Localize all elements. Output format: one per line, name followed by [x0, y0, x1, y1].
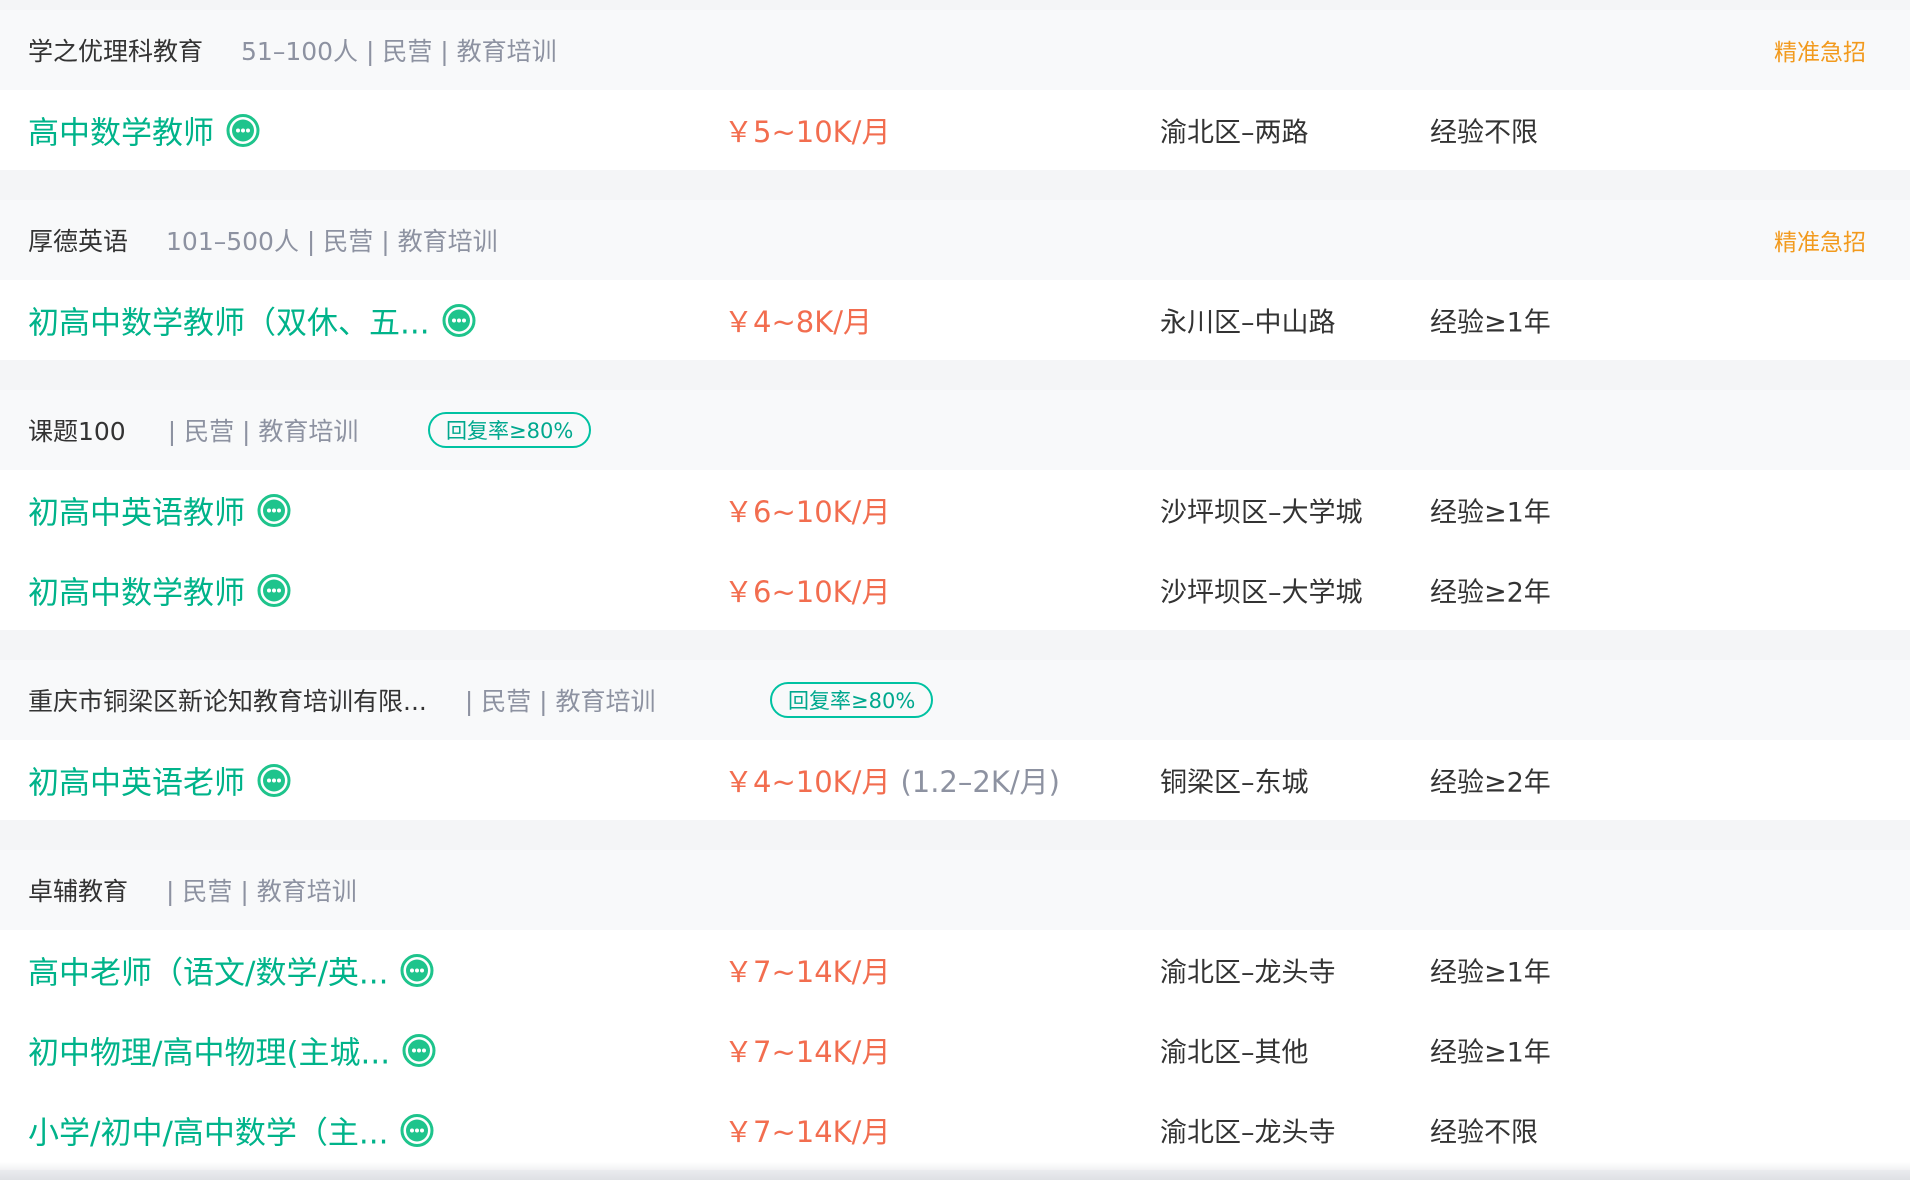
job-title-wrap: 初高中英语老师	[28, 758, 291, 803]
salary-range: ￥7~14K/月	[724, 1035, 891, 1069]
job-location: 沙坪坝区–大学城	[1160, 497, 1363, 529]
company-name[interactable]: 卓辅教育	[28, 872, 128, 908]
company-block: 卓辅教育 | 民营 | 教育培训 高中老师（语文/数学/英... ￥7~14K/…	[0, 850, 1910, 1170]
company-meta: | 民营 | 教育培训	[167, 417, 359, 446]
job-location: 沙坪坝区–大学城	[1160, 577, 1363, 609]
job-location: 永川区–中山路	[1160, 307, 1336, 339]
salary: ￥7~14K/月	[724, 1109, 900, 1151]
reply-rate-badge: 回复率≥80%	[770, 682, 934, 718]
job-list-section: 高中老师（语文/数学/英... ￥7~14K/月 渝北区–龙头寺 经验≥1年 初…	[0, 930, 1910, 1170]
salary: ￥5~10K/月	[724, 109, 900, 151]
job-row[interactable]: 高中老师（语文/数学/英... ￥7~14K/月 渝北区–龙头寺 经验≥1年	[0, 930, 1910, 1010]
job-experience: 经验≥1年	[1430, 307, 1551, 339]
salary-range: ￥4~10K/月	[724, 765, 891, 799]
job-title[interactable]: 初高中英语老师	[28, 758, 245, 803]
job-experience: 经验≥2年	[1430, 577, 1551, 609]
job-experience: 经验≥1年	[1430, 497, 1551, 529]
reply-rate-badge: 回复率≥80%	[428, 412, 592, 448]
company-block: 重庆市铜梁区新论知教育培训有限... | 民营 | 教育培训 回复率≥80% 初…	[0, 660, 1910, 820]
company-header: 厚德英语 101–500人 | 民营 | 教育培训 精准急招	[0, 200, 1910, 280]
urgent-hiring-tag: 精准急招	[1774, 230, 1866, 256]
company-block: 学之优理科教育 51–100人 | 民营 | 教育培训 精准急招 高中数学教师 …	[0, 10, 1910, 170]
bottom-fade	[0, 1162, 1910, 1180]
job-title[interactable]: 高中老师（语文/数学/英...	[28, 948, 388, 993]
salary-range: ￥7~14K/月	[724, 955, 891, 989]
urgent-hiring-tag: 精准急招	[1774, 40, 1866, 66]
salary-extra: (1.2–2K/月)	[900, 765, 1060, 799]
job-location: 铜梁区–东城	[1160, 767, 1309, 799]
salary: ￥6~10K/月	[724, 489, 900, 531]
company-block: 厚德英语 101–500人 | 民营 | 教育培训 精准急招 初高中数学教师（双…	[0, 200, 1910, 360]
job-row[interactable]: 小学/初中/高中数学（主... ￥7~14K/月 渝北区–龙头寺 经验不限	[0, 1090, 1910, 1170]
job-location: 渝北区–其他	[1160, 1037, 1309, 1069]
job-title-wrap: 高中老师（语文/数学/英...	[28, 948, 434, 993]
salary: ￥4~8K/月	[724, 299, 882, 341]
company-meta: 51–100人 | 民营 | 教育培训	[241, 37, 557, 66]
job-list-section: 初高中数学教师（双休、五... ￥4~8K/月 永川区–中山路 经验≥1年	[0, 280, 1910, 360]
company-block: 课题100 | 民营 | 教育培训 回复率≥80% 初高中英语教师 ￥6~10K…	[0, 390, 1910, 630]
salary: ￥7~14K/月	[724, 949, 900, 991]
salary-range: ￥5~10K/月	[724, 115, 891, 149]
job-row[interactable]: 初高中数学教师（双休、五... ￥4~8K/月 永川区–中山路 经验≥1年	[0, 280, 1910, 360]
salary: ￥7~14K/月	[724, 1029, 900, 1071]
job-location: 渝北区–两路	[1160, 117, 1309, 149]
job-title-wrap: 初高中数学教师（双休、五...	[28, 298, 476, 343]
job-title-wrap: 初高中数学教师	[28, 568, 291, 613]
company-name[interactable]: 厚德英语	[28, 222, 128, 258]
company-meta: | 民营 | 教育培训	[166, 877, 357, 906]
job-title[interactable]: 小学/初中/高中数学（主...	[28, 1108, 388, 1153]
chat-icon[interactable]	[402, 1033, 436, 1067]
job-row[interactable]: 初高中数学教师 ￥6~10K/月 沙坪坝区–大学城 经验≥2年	[0, 550, 1910, 630]
company-name[interactable]: 学之优理科教育	[28, 32, 203, 68]
job-row[interactable]: 高中数学教师 ￥5~10K/月 渝北区–两路 经验不限	[0, 90, 1910, 170]
job-row[interactable]: 初高中英语老师 ￥4~10K/月 (1.2–2K/月) 铜梁区–东城 经验≥2年	[0, 740, 1910, 820]
company-name[interactable]: 重庆市铜梁区新论知教育培训有限...	[28, 682, 427, 718]
company-name[interactable]: 课题100	[28, 412, 126, 448]
job-experience: 经验≥1年	[1430, 1037, 1551, 1069]
chat-icon[interactable]	[442, 303, 476, 337]
job-row[interactable]: 初高中英语教师 ￥6~10K/月 沙坪坝区–大学城 经验≥1年	[0, 470, 1910, 550]
salary-range: ￥7~14K/月	[724, 1115, 891, 1149]
company-header: 重庆市铜梁区新论知教育培训有限... | 民营 | 教育培训 回复率≥80%	[0, 660, 1910, 740]
company-meta: 101–500人 | 民营 | 教育培训	[166, 227, 498, 256]
top-gap	[0, 0, 1910, 10]
salary-range: ￥6~10K/月	[724, 495, 891, 529]
salary-range: ￥6~10K/月	[724, 575, 891, 609]
job-list-section: 高中数学教师 ￥5~10K/月 渝北区–两路 经验不限	[0, 90, 1910, 170]
job-list: 学之优理科教育 51–100人 | 民营 | 教育培训 精准急招 高中数学教师 …	[0, 0, 1910, 1170]
job-title[interactable]: 初高中数学教师（双休、五...	[28, 298, 430, 343]
job-row[interactable]: 初中物理/高中物理(主城... ￥7~14K/月 渝北区–其他 经验≥1年	[0, 1010, 1910, 1090]
company-header: 课题100 | 民营 | 教育培训 回复率≥80%	[0, 390, 1910, 470]
job-title-wrap: 初中物理/高中物理(主城...	[28, 1028, 436, 1073]
chat-icon[interactable]	[400, 953, 434, 987]
job-experience: 经验不限	[1430, 117, 1538, 149]
company-meta: | 民营 | 教育培训	[464, 687, 656, 716]
chat-icon[interactable]	[257, 573, 291, 607]
company-header: 学之优理科教育 51–100人 | 民营 | 教育培训 精准急招	[0, 10, 1910, 90]
job-title-wrap: 小学/初中/高中数学（主...	[28, 1108, 434, 1153]
job-title[interactable]: 初中物理/高中物理(主城...	[28, 1028, 390, 1073]
chat-icon[interactable]	[257, 493, 291, 527]
job-list-section: 初高中英语老师 ￥4~10K/月 (1.2–2K/月) 铜梁区–东城 经验≥2年	[0, 740, 1910, 820]
job-title-wrap: 初高中英语教师	[28, 488, 291, 533]
job-title[interactable]: 初高中英语教师	[28, 488, 245, 533]
job-experience: 经验不限	[1430, 1117, 1538, 1149]
salary: ￥6~10K/月	[724, 569, 900, 611]
job-title[interactable]: 高中数学教师	[28, 108, 214, 153]
salary: ￥4~10K/月 (1.2–2K/月)	[724, 759, 1060, 801]
job-location: 渝北区–龙头寺	[1160, 1117, 1336, 1149]
chat-icon[interactable]	[257, 763, 291, 797]
job-title-wrap: 高中数学教师	[28, 108, 260, 153]
company-header: 卓辅教育 | 民营 | 教育培训	[0, 850, 1910, 930]
job-location: 渝北区–龙头寺	[1160, 957, 1336, 989]
salary-range: ￥4~8K/月	[724, 305, 872, 339]
job-title[interactable]: 初高中数学教师	[28, 568, 245, 613]
job-experience: 经验≥1年	[1430, 957, 1551, 989]
job-experience: 经验≥2年	[1430, 767, 1551, 799]
job-list-section: 初高中英语教师 ￥6~10K/月 沙坪坝区–大学城 经验≥1年 初高中数学教师 …	[0, 470, 1910, 630]
chat-icon[interactable]	[226, 113, 260, 147]
chat-icon[interactable]	[400, 1113, 434, 1147]
